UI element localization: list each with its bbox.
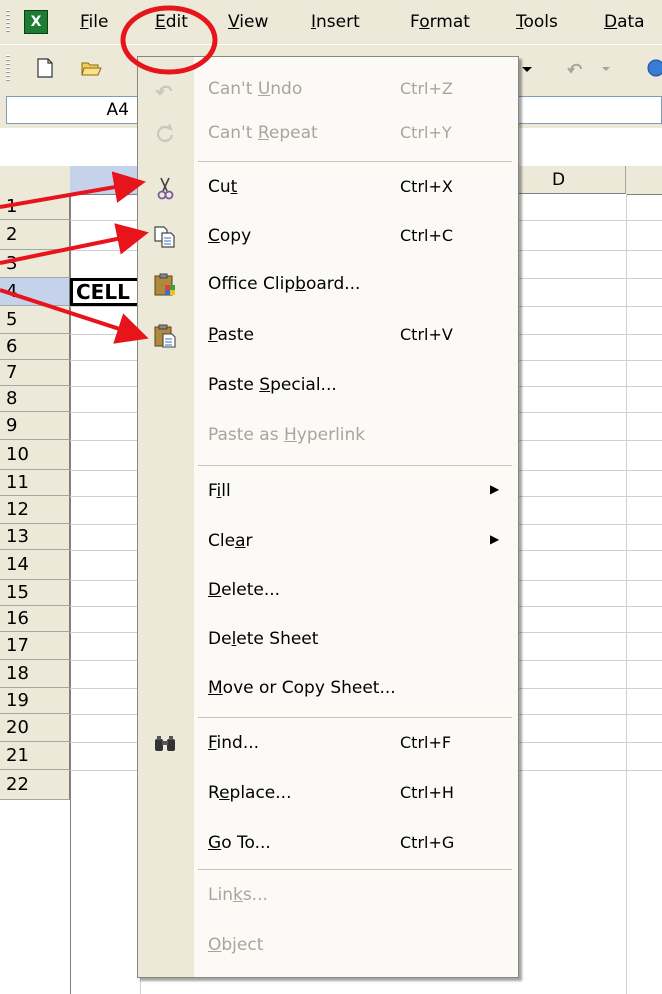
menu-separator	[198, 869, 512, 870]
menu-separator	[198, 161, 512, 162]
toolbar-globe-icon[interactable]	[642, 57, 662, 79]
edit-menu-dropdown: Can't Undo Ctrl+Z Can't Repeat Ctrl+Y Cu…	[137, 56, 519, 978]
row-header[interactable]: 2	[0, 220, 70, 250]
undo-icon	[155, 85, 173, 96]
name-box-value: A4	[106, 100, 129, 120]
excel-app-icon[interactable]: X	[24, 10, 48, 34]
name-box[interactable]: A4	[6, 96, 138, 124]
menu-item-fill[interactable]: Fill ▶	[138, 467, 518, 517]
menu-file[interactable]: File	[80, 12, 108, 32]
menu-item-find[interactable]: Find... Ctrl+F	[138, 719, 518, 769]
row-header[interactable]: 16	[0, 606, 70, 632]
row-header[interactable]: 5	[0, 306, 70, 334]
menu-item-repeat[interactable]: Can't Repeat Ctrl+Y	[138, 109, 518, 159]
select-all-corner[interactable]	[0, 166, 71, 195]
menu-item-paste-special[interactable]: Paste Special...	[138, 361, 518, 411]
menu-item-object[interactable]: Object	[138, 921, 518, 971]
row-header[interactable]: 19	[0, 688, 70, 714]
submenu-arrow-icon: ▶	[490, 532, 500, 546]
row-header[interactable]: 20	[0, 714, 70, 742]
undo-dropdown-icon[interactable]	[600, 57, 612, 79]
row-header[interactable]: 18	[0, 660, 70, 688]
menubar-grip[interactable]	[6, 10, 10, 34]
row-header-divider	[70, 194, 71, 994]
row-header[interactable]: 1	[0, 194, 70, 220]
shortcut-copy: Ctrl+C	[400, 226, 454, 245]
menu-item-clear[interactable]: Clear ▶	[138, 517, 518, 567]
shortcut-replace: Ctrl+H	[400, 783, 454, 802]
row-header-selected[interactable]: 4	[0, 278, 70, 306]
repeat-icon	[157, 123, 174, 142]
menu-item-cut[interactable]: Cut Ctrl+X	[138, 163, 518, 213]
cell-a4-active[interactable]: CELL	[70, 278, 140, 306]
row-header[interactable]: 8	[0, 386, 70, 412]
row-header[interactable]: 17	[0, 632, 70, 660]
gridline-col-d	[626, 194, 627, 994]
scissors-icon	[157, 177, 174, 200]
column-header-d[interactable]: D	[516, 166, 626, 194]
column-header-e[interactable]	[626, 166, 662, 195]
shortcut-undo: Ctrl+Z	[400, 79, 453, 98]
menu-separator	[198, 465, 512, 466]
menu-item-undo[interactable]: Can't Undo Ctrl+Z	[138, 65, 518, 115]
shortcut-paste: Ctrl+V	[400, 325, 453, 344]
row-header[interactable]: 13	[0, 524, 70, 550]
row-header[interactable]: 3	[0, 250, 70, 278]
row-header[interactable]: 9	[0, 412, 70, 440]
menu-edit[interactable]: Edit	[155, 12, 188, 32]
menu-item-links[interactable]: Links...	[138, 871, 518, 921]
menu-item-go-to[interactable]: Go To... Ctrl+G	[138, 819, 518, 869]
office-clipboard-icon	[154, 273, 175, 296]
dropdown-arrow-icon[interactable]	[520, 57, 534, 79]
menu-separator	[198, 717, 512, 718]
paste-icon	[154, 324, 176, 348]
shortcut-go-to: Ctrl+G	[400, 833, 455, 852]
menu-item-office-clipboard[interactable]: Office Clipboard...	[138, 260, 518, 310]
row-header[interactable]: 22	[0, 770, 70, 800]
menu-item-delete[interactable]: Delete...	[138, 566, 518, 616]
row-header[interactable]: 12	[0, 496, 70, 524]
open-folder-icon[interactable]	[80, 57, 102, 79]
copy-icon	[154, 226, 175, 248]
binoculars-icon	[155, 736, 175, 751]
row-header[interactable]: 15	[0, 580, 70, 606]
shortcut-find: Ctrl+F	[400, 733, 452, 752]
row-header[interactable]: 10	[0, 440, 70, 470]
menu-item-paste[interactable]: Paste Ctrl+V	[138, 311, 518, 361]
menu-item-paste-as-hyperlink[interactable]: Paste as Hyperlink	[138, 411, 518, 461]
row-header[interactable]: 21	[0, 742, 70, 770]
row-header[interactable]: 7	[0, 360, 70, 386]
menu-item-replace[interactable]: Replace... Ctrl+H	[138, 769, 518, 819]
menu-data[interactable]: Data	[604, 12, 645, 32]
menu-item-move-or-copy-sheet[interactable]: Move or Copy Sheet...	[138, 664, 518, 714]
column-header-a[interactable]	[70, 166, 141, 195]
menu-bar: X File Edit View Insert Format Tools Dat…	[0, 0, 662, 44]
row-header[interactable]: 11	[0, 470, 70, 496]
menu-insert[interactable]: Insert	[311, 12, 360, 32]
submenu-arrow-icon: ▶	[490, 482, 500, 496]
menu-view[interactable]: View	[228, 12, 268, 32]
menu-format[interactable]: Format	[410, 12, 470, 32]
menu-tools[interactable]: Tools	[516, 12, 558, 32]
shortcut-repeat: Ctrl+Y	[400, 123, 452, 142]
shortcut-cut: Ctrl+X	[400, 177, 453, 196]
toolbar-grip[interactable]	[6, 55, 10, 81]
row-header[interactable]: 6	[0, 334, 70, 360]
new-document-icon[interactable]	[34, 57, 56, 79]
menu-item-delete-sheet[interactable]: Delete Sheet	[138, 615, 518, 665]
undo-icon[interactable]	[565, 57, 587, 79]
row-header[interactable]: 14	[0, 550, 70, 580]
menu-item-copy[interactable]: Copy Ctrl+C	[138, 212, 518, 262]
